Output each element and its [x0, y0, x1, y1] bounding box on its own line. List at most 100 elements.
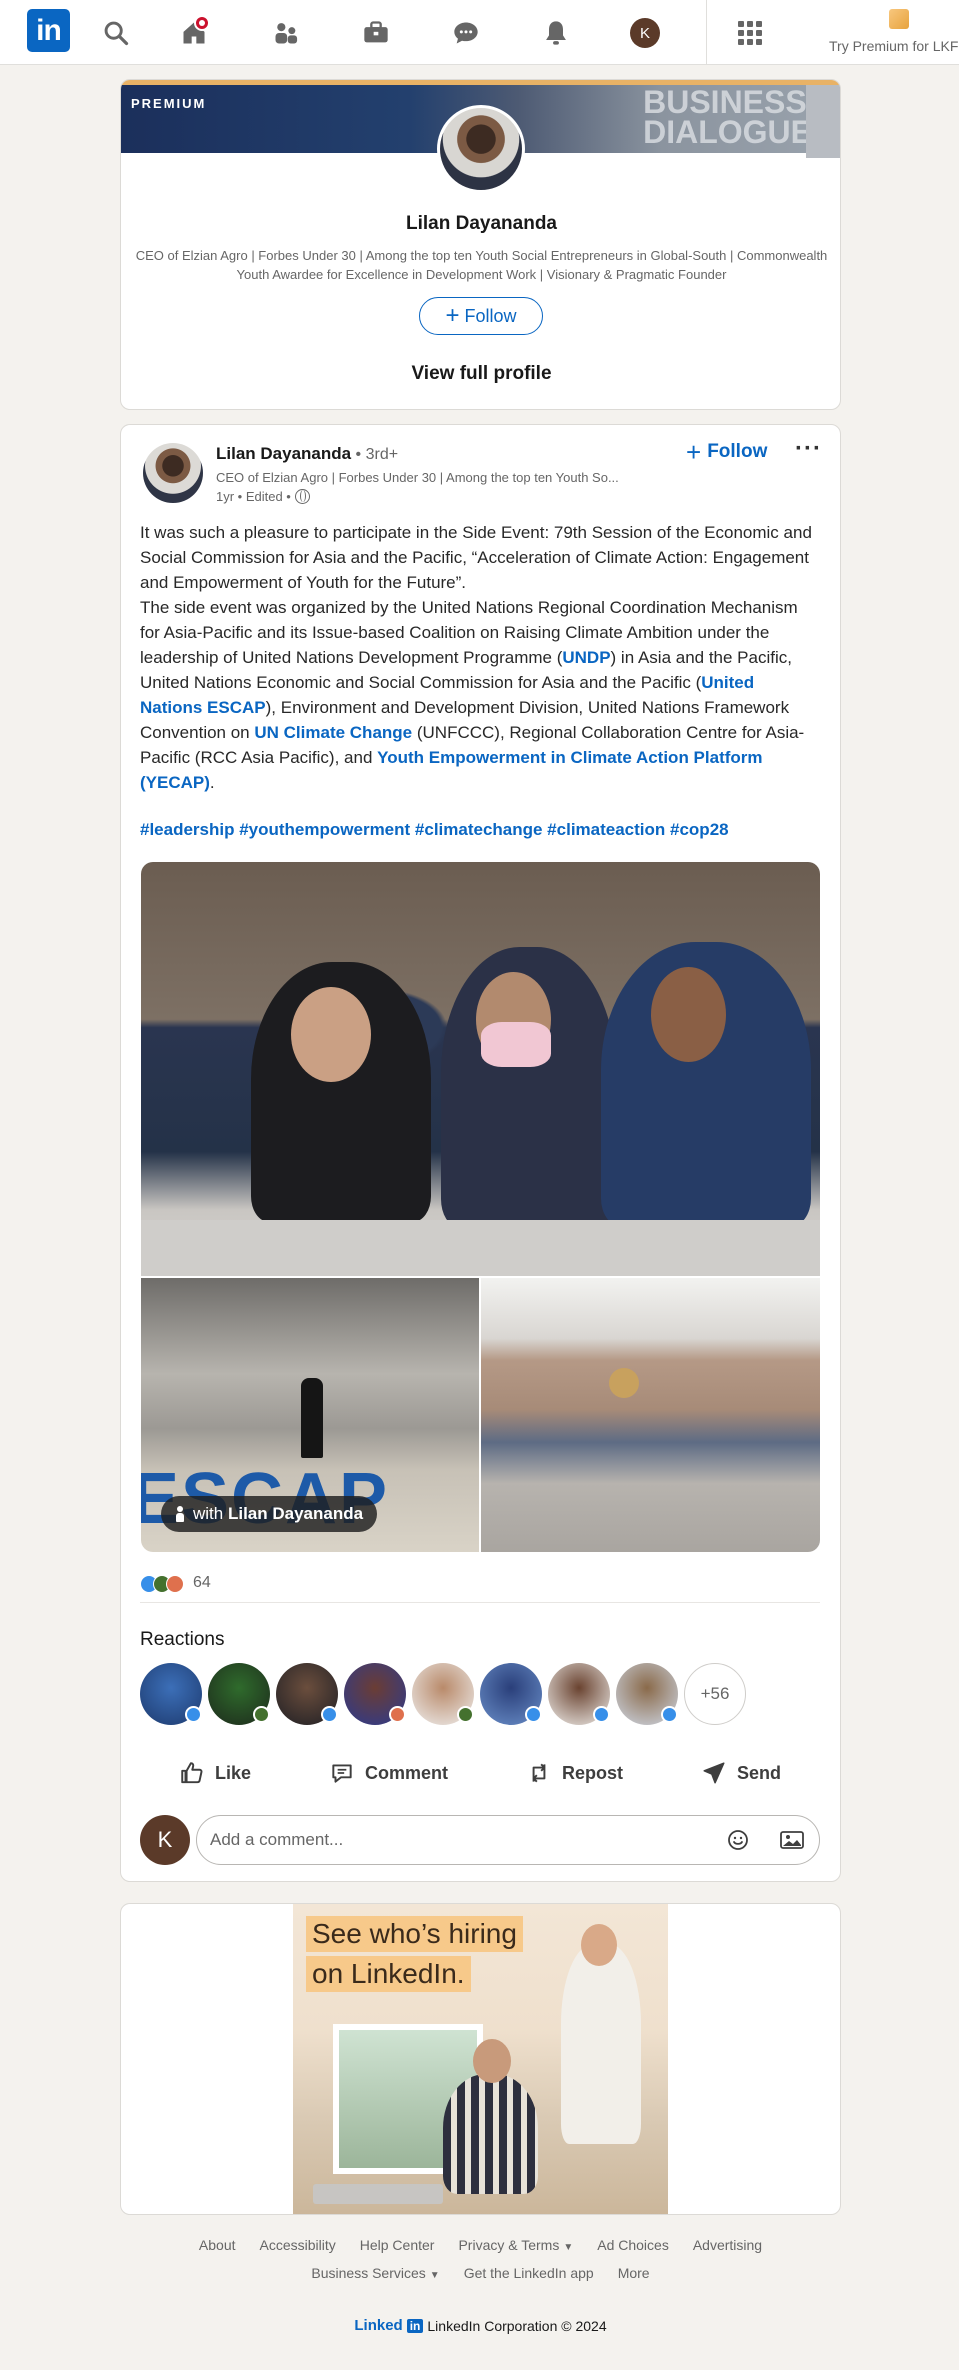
like-reaction-icon: [185, 1706, 202, 1723]
person-icon: [175, 1506, 185, 1522]
ad-headline-line-1: See who’s hiring: [306, 1916, 523, 1952]
post-meta: 1yr • Edited •: [216, 489, 310, 504]
banner-side-strip: [806, 85, 840, 158]
like-reaction-icon: [525, 1706, 542, 1723]
celebrate-reaction-icon: [457, 1706, 474, 1723]
footer-link-ad-choices[interactable]: Ad Choices: [597, 2237, 669, 2253]
send-button[interactable]: Send: [701, 1760, 781, 1786]
post-paragraph-1: It was such a pleasure to participate in…: [140, 523, 812, 592]
grid-icon[interactable]: [738, 21, 762, 45]
profile-card: PREMIUM BUSINESS DIALOGUE Lilan Dayanand…: [120, 79, 841, 410]
messaging-icon[interactable]: [448, 15, 484, 51]
footer-link-advertising[interactable]: Advertising: [693, 2237, 762, 2253]
like-label: Like: [214, 1762, 252, 1783]
author-name-text[interactable]: Lilan Dayananda: [216, 444, 351, 463]
photo-icon[interactable]: [779, 1828, 805, 1852]
plus-icon: +: [686, 437, 702, 467]
reactor-avatar[interactable]: [412, 1663, 474, 1725]
mention-undp[interactable]: UNDP: [562, 648, 610, 667]
profile-headline: CEO of Elzian Agro | Forbes Under 30 | A…: [135, 248, 828, 282]
emoji-icon[interactable]: [726, 1828, 750, 1852]
bell-icon[interactable]: [538, 15, 574, 51]
more-options-icon[interactable]: ···: [795, 435, 822, 463]
footer-link-business-services[interactable]: Business Services ▼: [311, 2265, 439, 2281]
footer-link-help-center[interactable]: Help Center: [360, 2237, 435, 2253]
reactor-avatar[interactable]: [276, 1663, 338, 1725]
tag-name: Lilan Dayananda: [227, 1504, 364, 1523]
user-avatar[interactable]: K: [630, 18, 660, 48]
post-follow-button[interactable]: + Follow: [686, 439, 767, 465]
ad-card[interactable]: See who’s hiring on LinkedIn.: [120, 1903, 841, 2215]
footer-link-get-app[interactable]: Get the LinkedIn app: [464, 2265, 594, 2281]
repost-button[interactable]: Repost: [526, 1760, 623, 1786]
people-icon[interactable]: [268, 15, 304, 51]
notification-dot: [194, 15, 210, 31]
home-icon[interactable]: [176, 15, 212, 51]
author-avatar[interactable]: [143, 443, 203, 503]
comment-placeholder: Add a comment...: [210, 1830, 344, 1849]
hashtags[interactable]: #leadership #youthempowerment #climatech…: [140, 820, 729, 840]
person-tag[interactable]: with Lilan Dayananda: [161, 1496, 378, 1532]
more-reactors-button[interactable]: +56: [684, 1663, 746, 1725]
reactor-avatar[interactable]: [208, 1663, 270, 1725]
ad-face: [473, 2039, 511, 2083]
brand-wordmark: Linked: [354, 2317, 403, 2334]
reactor-avatar[interactable]: [344, 1663, 406, 1725]
like-button[interactable]: Like: [179, 1760, 251, 1786]
ad-person: [443, 2074, 538, 2194]
comment-icon: [332, 1764, 352, 1783]
ad-person: [561, 1944, 641, 2144]
copyright: LinkedIn Corporation © 2024: [427, 2317, 607, 2334]
comment-input[interactable]: Add a comment...: [196, 1815, 820, 1865]
view-full-profile-link[interactable]: View full profile: [121, 363, 840, 385]
privacy-terms-label: Privacy & Terms: [458, 2237, 560, 2253]
image-person: [301, 1378, 323, 1458]
post-actions: Like Comment Repost Send: [140, 1750, 820, 1796]
linkedin-logo[interactable]: in: [27, 9, 70, 52]
repost-label: Repost: [561, 1762, 623, 1783]
comment-button[interactable]: Comment: [329, 1760, 448, 1786]
reactor-avatar[interactable]: [616, 1663, 678, 1725]
follow-label: Follow: [464, 305, 517, 326]
footer-link-accessibility[interactable]: Accessibility: [260, 2237, 336, 2253]
ad-laptop: [313, 2184, 443, 2204]
footer: About Accessibility Help Center Privacy …: [120, 2237, 841, 2334]
post-image-right[interactable]: [481, 1278, 820, 1552]
plus-icon: +: [445, 302, 460, 329]
like-icon: [181, 1762, 203, 1784]
caret-down-icon: ▼: [563, 2242, 574, 2253]
like-reaction-icon: [321, 1706, 338, 1723]
briefcase-icon[interactable]: [358, 15, 394, 51]
post-image-main[interactable]: [141, 862, 820, 1276]
reactor-avatars: +56: [140, 1663, 746, 1725]
business-services-label: Business Services: [311, 2265, 426, 2281]
search-icon[interactable]: [98, 15, 134, 51]
try-premium-link[interactable]: Try Premium for LKF: [829, 38, 958, 54]
reactor-avatar[interactable]: [548, 1663, 610, 1725]
reaction-icons[interactable]: [140, 1575, 184, 1593]
author-name[interactable]: Lilan Dayananda • 3rd+: [216, 444, 398, 464]
send-label: Send: [736, 1762, 781, 1783]
image-face: [651, 967, 726, 1062]
follow-button[interactable]: + Follow: [419, 297, 543, 335]
mention-unfccc[interactable]: UN Climate Change: [254, 723, 412, 742]
premium-icon[interactable]: [889, 9, 909, 29]
divider: [140, 1602, 820, 1603]
reactor-avatar[interactable]: [140, 1663, 202, 1725]
globe-icon: [294, 489, 310, 504]
banner-text-line-2: DIALOGUE: [643, 114, 812, 150]
ad-image[interactable]: See who’s hiring on LinkedIn.: [293, 1904, 668, 2214]
footer-link-more[interactable]: More: [618, 2265, 650, 2281]
profile-photo[interactable]: [437, 105, 525, 193]
footer-links-row-1: About Accessibility Help Center Privacy …: [120, 2237, 841, 2253]
post-image-left[interactable]: ESCAP with Lilan Dayananda: [141, 1278, 479, 1552]
reaction-count[interactable]: 64: [193, 1574, 211, 1592]
footer-link-privacy-terms[interactable]: Privacy & Terms ▼: [458, 2237, 573, 2253]
top-navigation: in K Try Premium for LKF: [0, 0, 959, 65]
post-text: It was such a pleasure to participate in…: [140, 520, 820, 795]
reactor-avatar[interactable]: [480, 1663, 542, 1725]
post-text-segment: .: [209, 773, 215, 792]
footer-link-about[interactable]: About: [199, 2237, 236, 2253]
profile-name[interactable]: Lilan Dayananda: [121, 213, 840, 235]
ad-face: [581, 1924, 617, 1966]
